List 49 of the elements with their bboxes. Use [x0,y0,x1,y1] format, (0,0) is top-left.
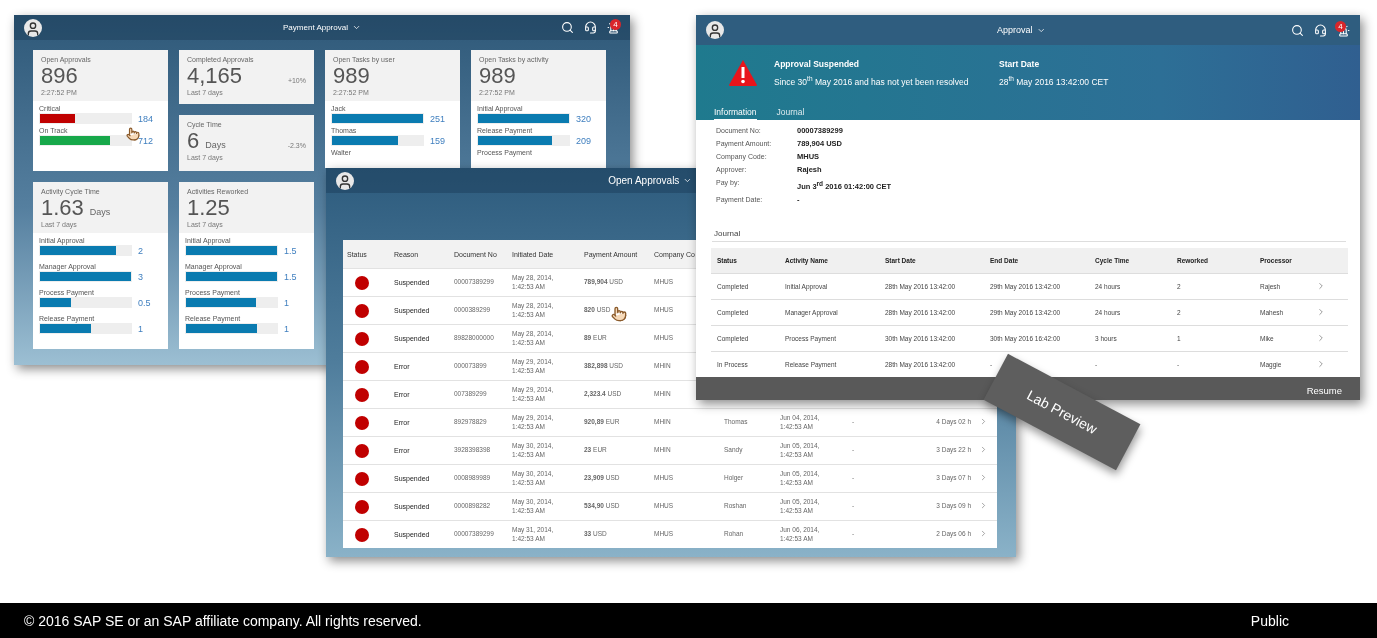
app-title[interactable]: Approval [997,25,1046,35]
bar-value: 1 [138,323,144,334]
bar-value: 1 [284,323,290,334]
bar-value: 712 [138,135,155,146]
tile-value: 4,165 [187,65,243,87]
unit-label: Days [205,140,226,150]
tile-value: 989 [479,65,516,87]
tile-value: 6 [187,130,200,152]
warning-icon [728,59,758,87]
tile-value: 989 [333,65,370,87]
bar-value: 0.5 [138,297,152,308]
bar-value: 159 [430,135,447,146]
hand-pointer-icon [126,127,140,141]
classification-label: Public [1250,612,1289,629]
section-title: Journal [714,228,741,238]
avatar-icon[interactable] [24,18,42,37]
bar-value: 1.5 [284,271,298,282]
alert-text: Since 30$^{th}$ May 2016 and has not yet been resolved [774,75,970,87]
bar-value: 209 [576,135,593,146]
unit-label: Days [89,207,111,217]
tile-value: 1.63 [41,197,84,219]
bar-value: 251 [430,113,447,124]
bar-value: 2 [138,245,144,256]
bar-value: 320 [576,113,593,124]
app-title[interactable]: Open Approvals [608,175,693,186]
notification-count: 4 [1335,21,1346,32]
resume-button[interactable]: Resume [1300,383,1348,397]
search-icon[interactable] [1291,23,1304,37]
avatar-icon[interactable] [706,21,724,39]
start-date-value: 28$^{th}$ May 2016 13:42:00 CET [999,75,1110,87]
chevron-down-icon[interactable] [683,176,693,185]
alert-title: Approval Suspended [774,59,860,70]
tile-value: 896 [41,65,78,87]
chevron-down-icon[interactable] [351,23,361,32]
headset-icon[interactable] [584,21,597,34]
app-title[interactable]: Payment Approval [283,23,361,32]
hand-pointer-icon [611,306,627,322]
bar-value: 1.5 [284,245,298,256]
tile-value: 1.25 [187,197,230,219]
avatar-icon[interactable] [336,171,354,190]
tab[interactable]: Journal [776,107,805,120]
headset-icon[interactable] [1314,23,1327,37]
bar-value: 3 [138,271,144,282]
bar-value: 1 [284,297,290,308]
copyright-text: © 2016 SAP SE or an SAP affiliate company. All rights reserved. [24,612,422,629]
start-date-label: Start Date [999,59,1041,70]
bar-value: 184 [138,113,155,124]
search-icon[interactable] [561,21,574,34]
notification-count: 4 [610,19,621,30]
